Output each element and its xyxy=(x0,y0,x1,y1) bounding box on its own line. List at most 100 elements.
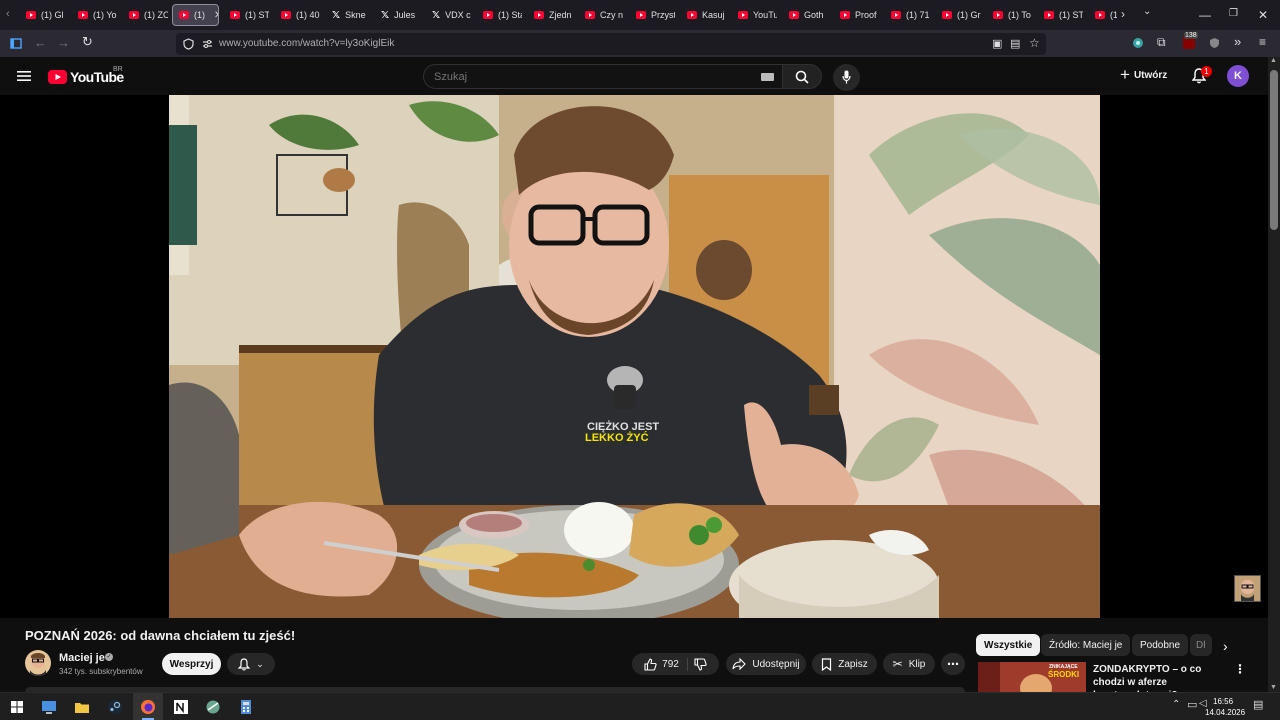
browser-tab[interactable]: (1) Gl xyxy=(20,4,65,26)
video-frame[interactable]: CIĘŻKO JEST LEKKO ŻYĆ xyxy=(169,95,1100,618)
bookmark-star-icon[interactable]: ☆ xyxy=(1029,36,1040,50)
generic-app-icon[interactable] xyxy=(204,698,222,716)
privacy-badger-icon[interactable] xyxy=(1209,37,1220,49)
browser-tab[interactable]: (1) ST xyxy=(224,4,269,26)
notion-icon[interactable] xyxy=(172,698,190,716)
share-button[interactable]: Udostępnij xyxy=(726,653,806,675)
tab-list-chevron-icon[interactable]: ⌄ xyxy=(1143,6,1151,17)
calculator-icon[interactable] xyxy=(237,698,255,716)
chip-from-channel[interactable]: Źródło: Maciej je xyxy=(1041,634,1131,656)
network-icon[interactable]: ▭ xyxy=(1187,698,1197,711)
create-button[interactable]: + Utwórz xyxy=(1120,66,1167,83)
sidebar-toggle-icon[interactable] xyxy=(10,37,23,49)
browser-tab[interactable]: (1) Sta xyxy=(477,4,522,26)
address-bar[interactable]: www.youtube.com/watch?v=ly3oKiglEik ▣ ▤ … xyxy=(176,33,1046,55)
page-scrollbar[interactable]: ▲ ▼ xyxy=(1268,57,1280,697)
extensions-puzzle-icon[interactable]: ⧉ xyxy=(1157,35,1166,50)
forward-arrow-icon[interactable]: → xyxy=(57,35,70,50)
browser-tab[interactable]: (1) ✕ xyxy=(172,4,219,26)
chip-all[interactable]: Wszystkie xyxy=(976,634,1041,656)
save-button[interactable]: Zapisz xyxy=(812,653,877,675)
like-button[interactable]: 792 xyxy=(644,657,688,671)
firefox-icon[interactable] xyxy=(139,698,157,716)
back-arrow-icon[interactable]: ← xyxy=(34,35,47,50)
browser-tab[interactable]: YouTu xyxy=(732,4,777,26)
subscribe-notification-button[interactable]: ⌄ xyxy=(227,653,275,675)
browser-tab[interactable]: (1) Yo xyxy=(72,4,117,26)
reload-icon[interactable]: ↻ xyxy=(82,34,93,50)
keyboard-icon[interactable] xyxy=(761,73,774,81)
hamburger-menu-icon[interactable] xyxy=(17,70,31,82)
tab-label: (1) 40 xyxy=(296,10,320,20)
reader-view-icon[interactable]: ▤ xyxy=(1010,37,1020,50)
tab-scroll-right-icon[interactable]: › xyxy=(1121,7,1125,21)
channel-name[interactable]: Maciej je xyxy=(59,652,105,664)
microphone-icon xyxy=(842,70,851,84)
browser-tab[interactable]: (1) To xyxy=(987,4,1032,26)
browser-tab[interactable]: (1) ST xyxy=(1038,4,1083,26)
chip-label: Podobne xyxy=(1140,639,1181,651)
shield-icon[interactable] xyxy=(183,38,194,50)
miniplayer-avatar-thumbnail[interactable] xyxy=(1234,575,1261,602)
file-explorer-icon[interactable] xyxy=(73,698,91,716)
steam-icon[interactable] xyxy=(106,698,124,716)
tray-overflow-chevron-icon[interactable]: ⌃ xyxy=(1172,699,1180,710)
browser-tab[interactable]: (1) ZO xyxy=(123,4,168,26)
chips-next-chevron-icon[interactable]: › xyxy=(1223,638,1228,654)
more-actions-button[interactable]: ⋯ xyxy=(941,653,965,675)
browser-tab[interactable]: (1) Gr xyxy=(936,4,981,26)
browser-tab[interactable]: Czy n xyxy=(579,4,624,26)
close-window-icon[interactable]: ✕ xyxy=(1258,8,1268,22)
scroll-up-arrow-icon[interactable]: ▲ xyxy=(1270,57,1277,64)
browser-tab[interactable]: Kasuj xyxy=(681,4,726,26)
browser-tab[interactable]: Zjedn xyxy=(528,4,573,26)
overflow-chevron-icon[interactable]: » xyxy=(1234,34,1241,49)
tab-label: VDX c xyxy=(445,10,471,20)
recommended-more-icon[interactable]: ⋮ xyxy=(1234,662,1246,676)
site-permissions-icon[interactable] xyxy=(202,39,213,49)
channel-avatar[interactable] xyxy=(25,650,51,676)
chip-similar[interactable]: Podobne xyxy=(1132,634,1189,656)
url-text[interactable]: www.youtube.com/watch?v=ly3oKiglEik xyxy=(219,38,394,49)
tab-label: YouTu xyxy=(753,10,777,20)
search-box[interactable] xyxy=(423,64,783,89)
browser-tab[interactable]: (1) 40 xyxy=(275,4,320,26)
browser-tab[interactable]: Goth xyxy=(783,4,828,26)
clip-button[interactable]: ✂ Klip xyxy=(883,653,935,675)
tab-close-icon[interactable]: ✕ xyxy=(214,10,218,21)
clock-time[interactable]: 16:56 xyxy=(1213,697,1233,706)
thumbs-down-icon[interactable] xyxy=(694,657,707,671)
tab-scroll-left-icon[interactable]: ‹ xyxy=(6,8,10,20)
restore-window-icon[interactable]: ❐ xyxy=(1229,8,1238,19)
youtube-favicon-icon xyxy=(738,11,748,19)
browser-tab[interactable]: 𝕏 VDX c xyxy=(426,4,471,26)
browser-tab[interactable]: 𝕏 Skne xyxy=(326,4,368,26)
app-menu-icon[interactable]: ≡ xyxy=(1259,35,1266,49)
clock-date[interactable]: 14.04.2026 xyxy=(1205,708,1245,717)
notification-center-icon[interactable]: ▤ xyxy=(1253,698,1263,711)
windows-start-icon[interactable] xyxy=(8,698,26,716)
minimize-window-icon[interactable]: — xyxy=(1199,8,1211,22)
verified-check-icon: ✓ xyxy=(105,653,113,661)
browser-tab[interactable]: 𝕏 Jules xyxy=(375,4,419,26)
vpn-extension-icon[interactable] xyxy=(1132,37,1144,49)
search-button[interactable] xyxy=(782,64,822,89)
account-avatar[interactable]: K xyxy=(1227,65,1249,87)
browser-tab[interactable]: Proof xyxy=(834,4,879,26)
youtube-favicon-icon xyxy=(789,11,799,19)
voice-search-button[interactable] xyxy=(833,64,860,91)
chip-for-you[interactable]: Dl xyxy=(1190,634,1212,656)
youtube-favicon-icon xyxy=(483,11,493,19)
browser-tab[interactable]: Przyst xyxy=(630,4,675,26)
support-button[interactable]: Wesprzyj xyxy=(162,653,221,675)
youtube-favicon-icon xyxy=(1095,11,1105,19)
video-player[interactable]: CIĘŻKO JEST LEKKO ŻYĆ xyxy=(0,95,1268,618)
search-input[interactable] xyxy=(434,69,754,85)
scroll-down-arrow-icon[interactable]: ▼ xyxy=(1270,684,1277,691)
picture-icon[interactable]: ▣ xyxy=(992,37,1002,50)
monitor-app-icon[interactable] xyxy=(40,698,58,716)
recommended-video-thumbnail[interactable]: ZNIKAJĄCE ŚRODKI xyxy=(978,662,1086,692)
browser-tab[interactable]: (1) 71 xyxy=(885,4,930,26)
scrollbar-thumb[interactable] xyxy=(1270,70,1278,230)
browser-tab[interactable]: (1) xyxy=(1089,4,1117,26)
